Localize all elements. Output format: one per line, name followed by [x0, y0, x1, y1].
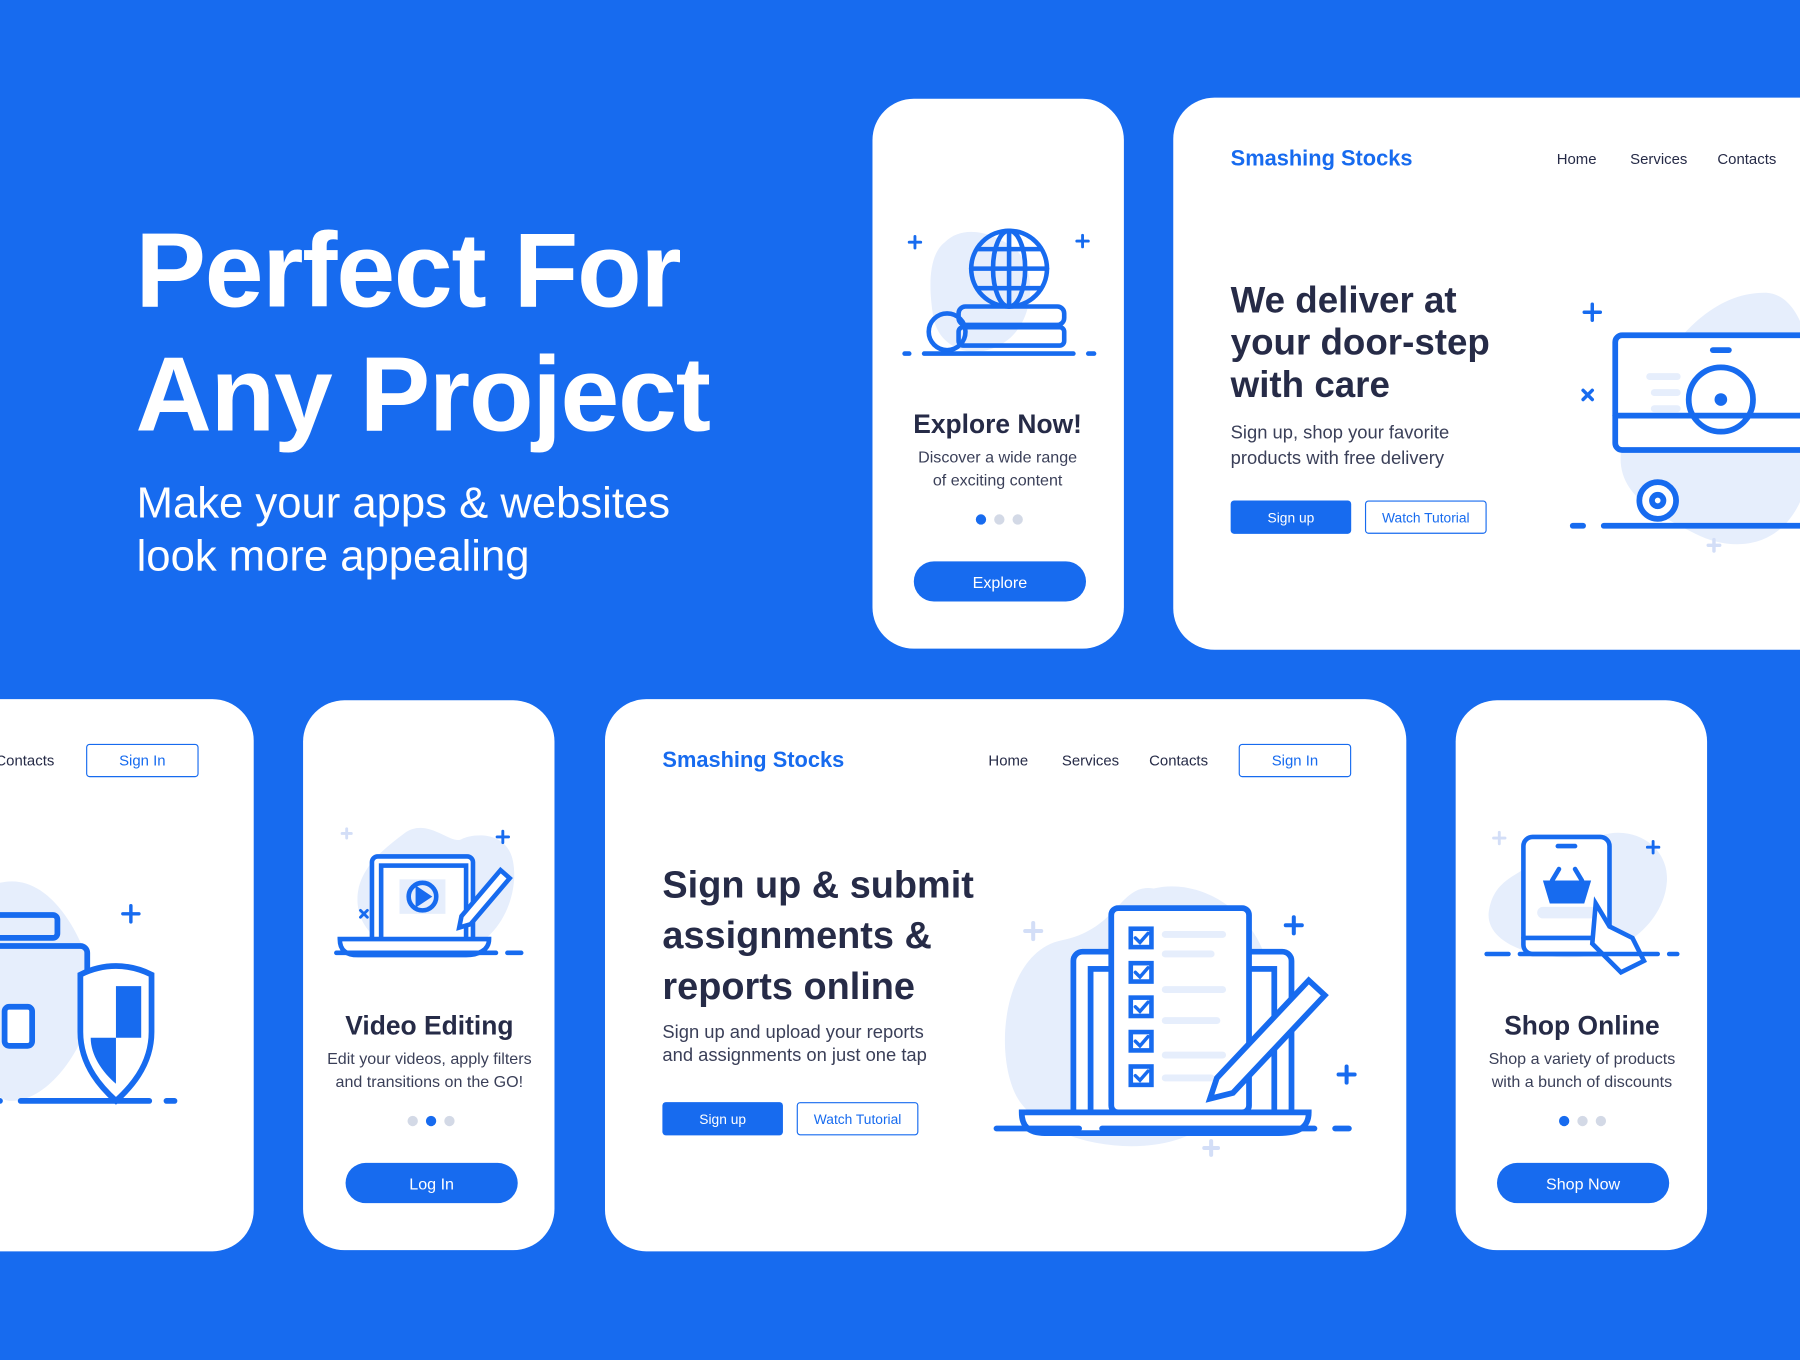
pager-dot-active[interactable] — [425, 1115, 437, 1127]
delivery-card: Smashing Stocks Home Services Contacts W… — [1173, 97, 1800, 650]
explore-description: Discover a wide range of exciting content — [918, 445, 1077, 491]
pager-dot[interactable] — [994, 514, 1005, 525]
brand-logo[interactable]: Smashing Stocks — [662, 748, 844, 773]
security-card: Contacts Sign In — [0, 699, 254, 1252]
pager-dot[interactable] — [444, 1115, 455, 1127]
laptop-video-pencil-icon — [334, 827, 524, 958]
assignments-description: Sign up and upload your reports and assig… — [662, 1022, 926, 1068]
sign-in-button[interactable]: Sign In — [86, 743, 199, 778]
sign-up-button[interactable]: Sign up — [1230, 500, 1352, 534]
description-line: Edit your videos, apply filters — [327, 1049, 532, 1068]
explore-button[interactable]: Explore — [913, 561, 1087, 602]
phone-basket-hand-icon — [1484, 830, 1680, 976]
shop-description: Shop a variety of products with a bunch o… — [1489, 1047, 1676, 1093]
watch-tutorial-button[interactable]: Watch Tutorial — [796, 1102, 919, 1136]
hero-title: Perfect For Any Project — [135, 209, 710, 457]
delivery-description: Sign up, shop your favorite products with… — [1231, 421, 1450, 472]
globe-on-books-icon — [902, 228, 1097, 356]
description-line: with a bunch of discounts — [1491, 1072, 1673, 1091]
pager-dot-active[interactable] — [1558, 1115, 1570, 1127]
description-line: and assignments on just one tap — [662, 1045, 927, 1066]
delivery-truck-stopwatch-icon — [1569, 292, 1800, 553]
shop-now-button[interactable]: Shop Now — [1496, 1162, 1670, 1204]
description-line: Discover a wide range — [918, 447, 1078, 467]
hero-subtitle: Make your apps & websites look more appea… — [137, 478, 670, 584]
nav-services[interactable]: Services — [1062, 752, 1119, 769]
nav-home[interactable]: Home — [988, 752, 1028, 769]
sign-in-button[interactable]: Sign In — [1238, 743, 1352, 778]
pager-dot[interactable] — [407, 1115, 418, 1127]
shop-card: Shop Online Shop a variety of products wi… — [1455, 700, 1708, 1251]
hero-title-line: Any Project — [135, 336, 710, 454]
heading-line: Sign up & submit — [662, 863, 974, 906]
pager-dot[interactable] — [1577, 1115, 1588, 1127]
sign-up-button[interactable]: Sign up — [662, 1102, 783, 1136]
description-line: of exciting content — [932, 470, 1063, 490]
watch-tutorial-button[interactable]: Watch Tutorial — [1364, 500, 1487, 534]
shop-title: Shop Online — [1504, 1010, 1660, 1041]
video-description: Edit your videos, apply filters and trans… — [327, 1047, 532, 1093]
description-line: products with free delivery — [1230, 448, 1445, 469]
description-line: Sign up and upload your reports — [662, 1022, 924, 1043]
description-line: Shop a variety of products — [1488, 1049, 1676, 1068]
pager-dot-active[interactable] — [975, 514, 987, 525]
nav-contacts[interactable]: Contacts — [1149, 752, 1208, 769]
video-card: Video Editing Edit your videos, apply fi… — [303, 700, 555, 1251]
delivery-heading: We deliver at your door-step with care — [1231, 279, 1490, 406]
hero-subtitle-line: look more appealing — [136, 532, 530, 581]
description-line: and transitions on the GO! — [335, 1072, 524, 1091]
description-line: Sign up, shop your favorite — [1230, 423, 1450, 444]
briefcase-shield-icon — [0, 881, 178, 1105]
hero-title-line: Perfect For — [135, 212, 681, 330]
nav-services[interactable]: Services — [1630, 150, 1687, 167]
explore-card: Explore Now! Discover a wide range of exc… — [872, 98, 1124, 649]
log-in-button[interactable]: Log In — [345, 1162, 518, 1204]
heading-line: with care — [1230, 363, 1390, 406]
heading-line: your door-step — [1230, 321, 1490, 363]
nav-contacts[interactable]: Contacts — [1717, 150, 1776, 167]
heading-line: We deliver at — [1230, 278, 1457, 321]
brand-logo[interactable]: Smashing Stocks — [1231, 147, 1413, 172]
nav-home[interactable]: Home — [1557, 150, 1597, 167]
explore-title: Explore Now! — [913, 408, 1082, 439]
heading-line: assignments & — [662, 913, 932, 957]
pager-dot[interactable] — [1595, 1115, 1607, 1127]
pager-dot[interactable] — [1012, 514, 1023, 525]
nav-contacts[interactable]: Contacts — [0, 752, 54, 769]
assignments-card: Smashing Stocks Home Services Contacts S… — [604, 699, 1407, 1252]
video-title: Video Editing — [345, 1010, 514, 1041]
hero-subtitle-line: Make your apps & websites — [136, 479, 671, 529]
heading-line: reports online — [662, 964, 915, 1007]
assignments-heading: Sign up & submit assignments & reports onl… — [662, 860, 973, 1012]
checklist-laptop-pencil-icon — [993, 886, 1357, 1157]
